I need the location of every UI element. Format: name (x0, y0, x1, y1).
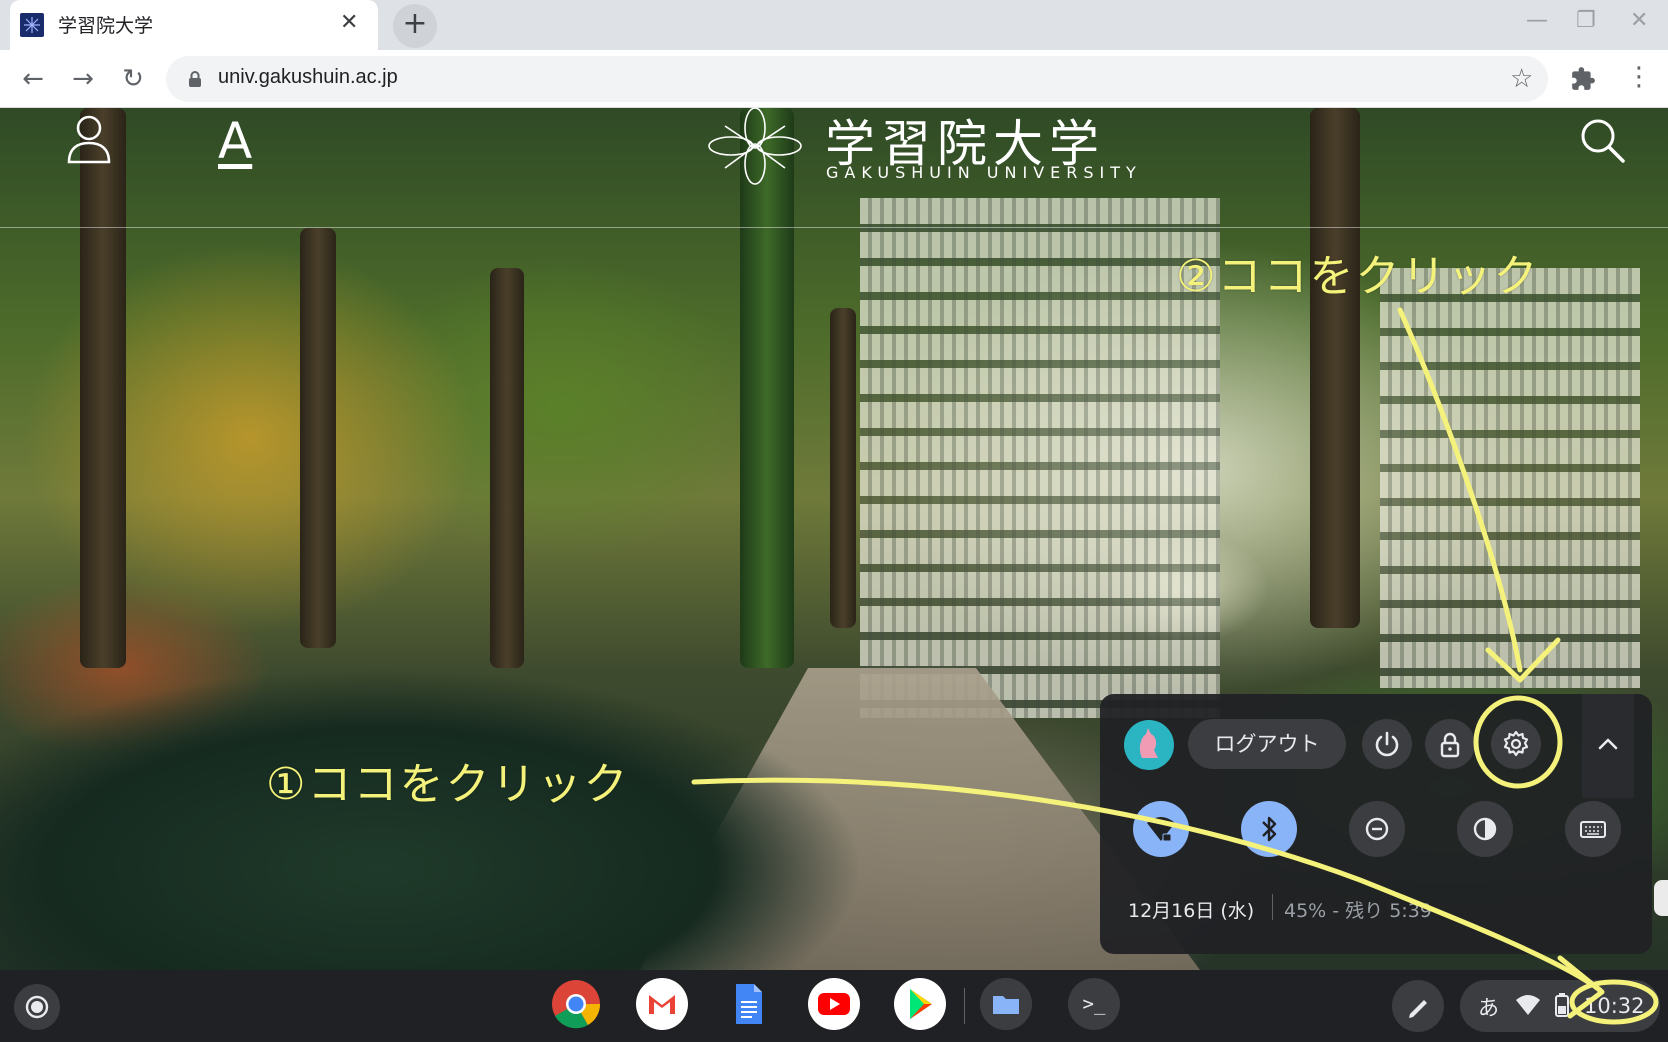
clock[interactable]: 10:32 (1584, 994, 1645, 1018)
keyboard-toggle[interactable] (1565, 801, 1621, 857)
logout-button[interactable]: ログアウト (1188, 719, 1346, 769)
annotation-step2: ②ココをクリック (1176, 251, 1540, 302)
docs-icon (736, 984, 762, 1024)
menu-icon[interactable]: ⋮ (1626, 62, 1652, 92)
wifi-toggle[interactable] (1133, 801, 1189, 857)
tab-title: 学習院大学 (58, 15, 154, 37)
bluetooth-toggle[interactable] (1241, 801, 1297, 857)
play-store-app[interactable] (894, 978, 946, 1030)
search-icon[interactable] (1578, 116, 1626, 168)
wifi-icon (1147, 817, 1175, 842)
play-store-icon (910, 989, 932, 1019)
bookmark-star-icon[interactable]: ☆ (1510, 64, 1533, 94)
header-divider (0, 227, 1668, 228)
side-handle[interactable] (1654, 880, 1668, 916)
chrome-app[interactable] (550, 978, 602, 1030)
launcher-button[interactable] (14, 984, 60, 1030)
night-light-toggle[interactable] (1457, 801, 1513, 857)
pen-icon (1409, 1000, 1427, 1018)
user-icon[interactable] (66, 114, 112, 168)
extensions-icon[interactable] (1570, 66, 1596, 96)
power-button[interactable] (1362, 719, 1412, 769)
maximize-icon[interactable]: ❐ (1576, 8, 1596, 33)
back-icon[interactable]: ← (16, 62, 50, 96)
avatar[interactable] (1124, 720, 1174, 770)
files-icon (980, 978, 1032, 1030)
url-text[interactable]: univ.gakushuin.ac.jp (218, 66, 398, 89)
gear-icon (1503, 730, 1529, 757)
chevron-up-icon (1598, 738, 1618, 750)
battery-status[interactable]: 45% - 残り 5:39 (1284, 896, 1432, 923)
reload-icon[interactable]: ↻ (116, 62, 150, 96)
wifi-status-icon (1514, 990, 1542, 1022)
status-divider (1272, 894, 1273, 920)
do-not-disturb-icon (1365, 817, 1389, 841)
bluetooth-icon (1262, 816, 1277, 842)
collapse-button[interactable] (1582, 694, 1634, 798)
tab-close-icon[interactable]: ✕ (340, 10, 358, 35)
settings-button[interactable] (1491, 719, 1541, 769)
battery-icon (1554, 992, 1570, 1022)
shelf-divider (964, 988, 965, 1024)
docs-app[interactable] (722, 978, 774, 1030)
do-not-disturb-toggle[interactable] (1349, 801, 1405, 857)
gmail-app[interactable] (636, 978, 688, 1030)
ime-indicator[interactable]: あ (1478, 992, 1499, 1022)
stylus-tools-button[interactable] (1392, 980, 1444, 1032)
youtube-app[interactable] (808, 978, 860, 1030)
power-icon (1375, 731, 1399, 757)
terminal-icon[interactable]: >_ (1068, 978, 1120, 1030)
lock-button[interactable] (1425, 719, 1475, 769)
files-app[interactable] (980, 978, 1032, 1030)
favicon-icon (20, 13, 44, 37)
new-tab-button[interactable]: + (393, 4, 437, 48)
launcher-icon (25, 995, 49, 1019)
lock-icon[interactable] (187, 70, 203, 92)
forward-icon[interactable]: → (66, 62, 100, 96)
university-logo-icon[interactable] (705, 106, 805, 190)
youtube-icon (818, 993, 850, 1015)
gmail-icon (649, 995, 675, 1014)
annotation-step1: ①ココをクリック (266, 759, 630, 810)
font-size-icon[interactable]: A (218, 112, 252, 170)
chrome-icon (552, 980, 601, 1029)
keyboard-icon (1580, 821, 1606, 838)
window-close-icon[interactable]: ✕ (1630, 8, 1648, 33)
lock-screen-icon (1440, 732, 1460, 758)
night-light-icon (1473, 817, 1497, 841)
date-label[interactable]: 12月16日 (水) (1128, 896, 1254, 923)
site-subtitle: GAKUSHUIN UNIVERSITY (826, 163, 1142, 182)
minimize-icon[interactable]: — (1526, 8, 1548, 33)
